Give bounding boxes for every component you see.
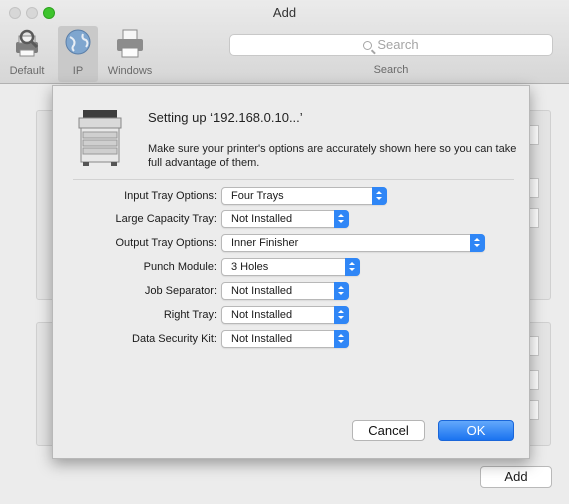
punch-module-label: Punch Module: (143, 261, 217, 273)
add-printer-window: Add Default IP Windows Search Search Add… (0, 0, 569, 504)
right-tray-popup[interactable]: Not Installed (221, 306, 349, 324)
window-title: Add (272, 5, 297, 20)
printer-setup-sheet: Setting up ‘192.168.0.10...’ Make sure y… (52, 85, 530, 459)
search-placeholder: Search (377, 37, 419, 52)
job-separator-value: Not Installed (231, 285, 293, 297)
right-tray-value: Not Installed (231, 309, 293, 321)
ok-button[interactable]: OK (438, 420, 514, 441)
popup-arrows-icon (334, 210, 349, 228)
search-icon (363, 41, 373, 50)
sheet-message: Make sure your printer's options are acc… (148, 143, 517, 169)
right-tray-label: Right Tray: (163, 309, 217, 321)
large-capacity-tray-popup[interactable]: Not Installed (221, 210, 349, 228)
divider (73, 179, 514, 180)
default-printer-icon (16, 29, 39, 57)
ip-globe-icon (65, 29, 91, 55)
toolbar-ip[interactable]: IP (58, 26, 98, 82)
windows-printer-icon (117, 29, 143, 58)
search-field[interactable]: Search (229, 34, 553, 56)
popup-arrows-icon (372, 187, 387, 205)
punch-module-value: 3 Holes (231, 261, 269, 273)
popup-arrows-icon (470, 234, 485, 252)
data-security-kit-popup[interactable]: Not Installed (221, 330, 349, 348)
popup-arrows-icon (334, 282, 349, 300)
job-separator-popup[interactable]: Not Installed (221, 282, 349, 300)
title-toolbar: Add Default IP Windows Search Search (0, 0, 569, 84)
output-tray-label: Output Tray Options: (115, 237, 218, 249)
printer-icon (78, 110, 122, 166)
search-caption: Search (373, 64, 409, 76)
popup-arrows-icon (334, 330, 349, 348)
toolbar-windows-label: Windows (107, 65, 153, 77)
job-separator-label: Job Separator: (144, 285, 217, 297)
popup-arrows-icon (345, 258, 360, 276)
large-capacity-tray-label: Large Capacity Tray: (115, 213, 218, 225)
data-security-kit-value: Not Installed (231, 333, 293, 345)
toolbar-default[interactable]: Default (0, 26, 54, 82)
toolbar-ip-label: IP (72, 65, 84, 77)
output-tray-popup[interactable]: Inner Finisher (221, 234, 485, 252)
input-tray-value: Four Trays (231, 190, 284, 202)
input-tray-label: Input Tray Options: (124, 190, 217, 202)
data-security-kit-label: Data Security Kit: (132, 333, 217, 345)
add-button[interactable]: Add (480, 466, 552, 488)
cancel-button[interactable]: Cancel (352, 420, 425, 441)
sheet-title: Setting up ‘192.168.0.10...’ (148, 110, 303, 125)
toolbar-windows[interactable]: Windows (103, 26, 157, 82)
punch-module-popup[interactable]: 3 Holes (221, 258, 360, 276)
output-tray-value: Inner Finisher (231, 237, 299, 249)
toolbar-default-label: Default (9, 65, 45, 77)
popup-arrows-icon (334, 306, 349, 324)
large-capacity-tray-value: Not Installed (231, 213, 293, 225)
input-tray-popup[interactable]: Four Trays (221, 187, 387, 205)
